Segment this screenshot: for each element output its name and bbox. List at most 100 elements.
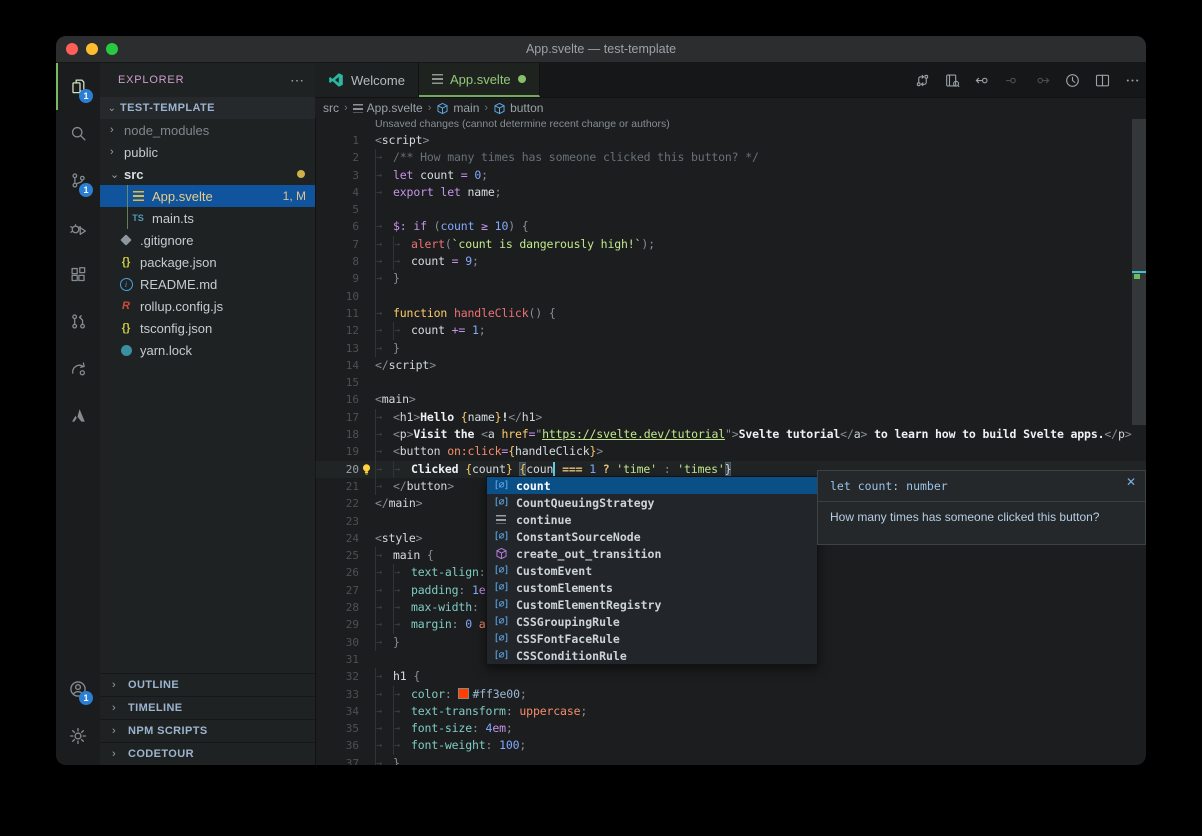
suggest-item-ConstantSourceNode[interactable]: [∅]ConstantSourceNode [487,528,817,545]
tab-whitespace [375,582,393,599]
line-number: 34 [315,703,359,720]
code-line-18[interactable]: 18<p>Visit the <a href="https://svelte.d… [315,426,1146,443]
tab-welcome[interactable]: Welcome [315,63,419,97]
line-number: 14 [315,357,359,374]
split-editor-icon[interactable] [1095,73,1110,88]
tree-root-folder[interactable]: ⌄ TEST-TEMPLATE [100,97,315,119]
code-token: button [407,479,448,493]
activity-item-search[interactable] [56,110,100,157]
code-line-6[interactable]: 6$: if (count ≥ 10) { [315,218,1146,235]
close-icon[interactable]: ✕ [1126,475,1136,489]
code-line-37[interactable]: 37} [315,755,1146,765]
code-line-2[interactable]: 2/** How many times has someone clicked … [315,149,1146,166]
tab-whitespace [393,582,411,599]
tree-item-main.ts[interactable]: TSmain.ts [100,207,315,229]
suggest-label: CustomElementRegistry [516,598,661,612]
code-token: : [486,738,500,752]
code-line-12[interactable]: 12count += 1; [315,322,1146,339]
suggest-item-continue[interactable]: continue [487,511,817,528]
code-token: : [472,721,486,735]
tree-item-README.md[interactable]: iREADME.md [100,273,315,295]
code-editor[interactable]: Unsaved changes (cannot determine recent… [315,117,1146,765]
code-line-16[interactable]: 16<main> [315,391,1146,408]
suggest-item-CSSFontFaceRule[interactable]: [∅]CSSFontFaceRule [487,630,817,647]
code-line-35[interactable]: 35font-size: 4em; [315,720,1146,737]
code-line-9[interactable]: 9} [315,270,1146,287]
activity-item-source-control[interactable]: 1 [56,157,100,204]
code-line-36[interactable]: 36font-weight: 100; [315,737,1146,754]
code-line-33[interactable]: 33color: #ff3e00; [315,686,1146,703]
tree-item-public[interactable]: ›public [100,141,315,163]
more-actions-icon[interactable]: ⋯ [290,72,305,89]
line-number: 19 [315,443,359,460]
modified-dot [518,75,526,83]
activity-item-github-pull-requests[interactable] [56,298,100,345]
tree-item-yarn.lock[interactable]: yarn.lock [100,339,315,361]
activity-item-live-share[interactable] [56,345,100,392]
code-line-17[interactable]: 17<h1>Hello {name}!</h1> [315,409,1146,426]
code-line-34[interactable]: 34text-transform: uppercase; [315,703,1146,720]
code-token: text-align [411,565,479,579]
open-changes-icon[interactable] [945,73,960,88]
next-diff-icon[interactable] [1035,73,1050,88]
code-line-7[interactable]: 7alert(`count is dangerously high!`); [315,236,1146,253]
code-line-19[interactable]: 19<button on:click={handleClick}> [315,443,1146,460]
codelens-unsaved-changes[interactable]: Unsaved changes (cannot determine recent… [375,118,670,130]
timeline-icon[interactable] [1065,73,1080,88]
activity-item-explorer[interactable]: 1 [56,63,100,110]
suggest-item-CSSConditionRule[interactable]: [∅]CSSConditionRule [487,647,817,664]
tab-whitespace [393,703,411,720]
code-line-32[interactable]: 32h1 { [315,668,1146,685]
tree-item-App.svelte[interactable]: App.svelte1, M [100,185,315,207]
tree-item-package.json[interactable]: {}package.json [100,251,315,273]
breadcrumb-button[interactable]: button [493,101,543,115]
code-line-3[interactable]: 3let count = 0; [315,167,1146,184]
code-line-10[interactable]: 10 [315,288,1146,305]
code-line-4[interactable]: 4export let name; [315,184,1146,201]
code-line-1[interactable]: 1<script> [315,132,1146,149]
breadcrumb-src[interactable]: src [323,101,339,115]
suggest-item-create_out_transition[interactable]: create_out_transition [487,545,817,562]
suggest-item-CSSGroupingRule[interactable]: [∅]CSSGroupingRule [487,613,817,630]
suggest-item-CustomEvent[interactable]: [∅]CustomEvent [487,562,817,579]
more-actions-icon[interactable] [1125,73,1140,88]
code-line-11[interactable]: 11function handleClick() { [315,305,1146,322]
section-npm-scripts[interactable]: ›NPM SCRIPTS [100,719,315,742]
code-token: : [458,583,472,597]
compare-changes-icon[interactable] [915,73,930,88]
titlebar: App.svelte — test-template [56,36,1146,63]
code-line-5[interactable]: 5 [315,201,1146,218]
activity-item-extensions[interactable] [56,251,100,298]
suggest-item-customElements[interactable]: [∅]customElements [487,579,817,596]
code-token [472,617,479,631]
code-line-14[interactable]: 14</script> [315,357,1146,374]
tree-item-rollup.config.js[interactable]: Rrollup.config.js [100,295,315,317]
section-outline[interactable]: ›OUTLINE [100,673,315,696]
tab-app-svelte[interactable]: App.svelte [419,63,540,97]
activity-item-azure[interactable] [56,392,100,439]
activity-item-settings[interactable] [56,712,100,759]
code-token: ; [472,254,479,268]
previous-diff-icon[interactable] [1005,73,1020,88]
code-line-8[interactable]: 8count = 9; [315,253,1146,270]
tree-item-node_modules[interactable]: ›node_modules [100,119,315,141]
code-line-15[interactable]: 15 [315,374,1146,391]
suggest-item-CustomElementRegistry[interactable]: [∅]CustomElementRegistry [487,596,817,613]
suggest-label: CustomEvent [516,564,592,578]
tab-whitespace [375,564,393,581]
previous-change-icon[interactable] [975,73,990,88]
section-timeline[interactable]: ›TIMELINE [100,696,315,719]
tree-item-.gitignore[interactable]: .gitignore [100,229,315,251]
tree-item-tsconfig.json[interactable]: {}tsconfig.json [100,317,315,339]
code-line-13[interactable]: 13} [315,340,1146,357]
tab-whitespace [375,686,393,703]
breadcrumb-app-svelte[interactable]: App.svelte [353,101,423,115]
lightbulb-icon[interactable] [360,463,373,476]
suggest-item-count[interactable]: [∅]count [487,477,817,494]
activity-item-accounts[interactable]: 1 [56,665,100,712]
breadcrumb-main[interactable]: main [436,101,479,115]
activity-item-run-debug[interactable] [56,204,100,251]
tree-item-src[interactable]: ⌄src [100,163,315,185]
section-codetour[interactable]: ›CODETOUR [100,742,315,765]
suggest-item-CountQueuingStrategy[interactable]: [∅]CountQueuingStrategy [487,494,817,511]
